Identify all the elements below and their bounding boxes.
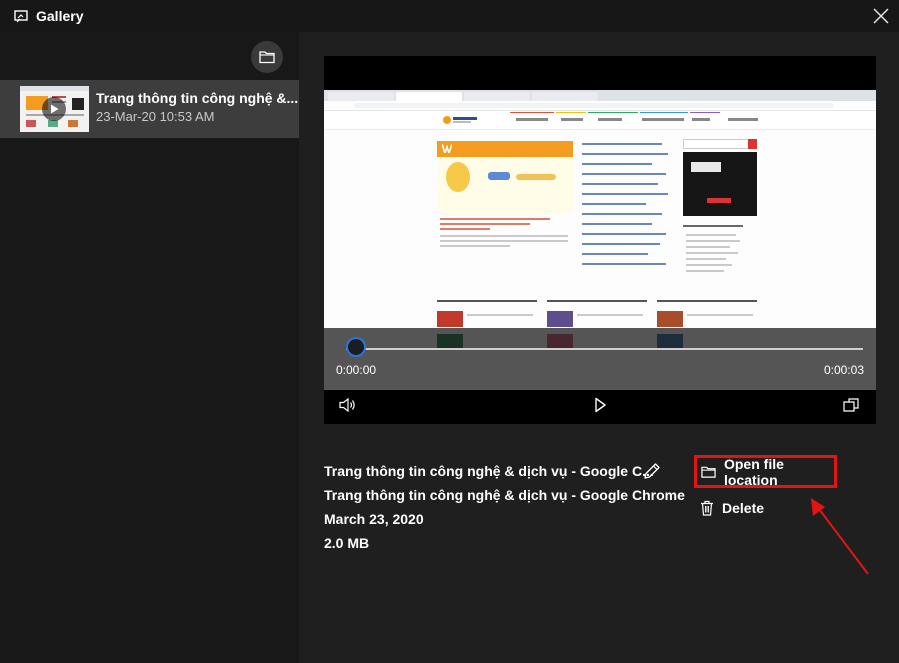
play-icon: [595, 397, 606, 413]
capture-details: Trang thông tin công nghệ & dịch vụ - Go…: [324, 463, 685, 559]
capture-title-truncated: Trang thông tin công nghệ & dịch vụ - Go…: [324, 463, 654, 479]
volume-icon: [339, 397, 355, 413]
open-file-location-button[interactable]: Open file location: [694, 455, 837, 488]
trash-icon: [701, 500, 713, 516]
capture-sidebar: Trang thông tin công nghệ &... 23-Mar-20…: [0, 32, 299, 663]
seek-bar[interactable]: [346, 348, 863, 350]
delete-button[interactable]: Delete: [700, 497, 764, 519]
picture-in-picture-button[interactable]: [841, 395, 861, 415]
capture-title: Trang thông tin công nghệ &...: [96, 90, 299, 106]
play-button[interactable]: [590, 395, 610, 415]
capture-title-full: Trang thông tin công nghệ & dịch vụ - Go…: [324, 487, 685, 503]
picture-in-picture-icon: [843, 398, 859, 412]
folder-icon: [701, 466, 716, 478]
close-icon[interactable]: [871, 6, 891, 26]
gallery-icon: [14, 10, 28, 23]
site-logo-icon: [443, 116, 477, 124]
open-file-location-label: Open file location: [723, 455, 784, 488]
capture-thumbnail: [20, 86, 89, 132]
volume-button[interactable]: [338, 395, 358, 415]
delete-label: Delete: [722, 500, 765, 516]
capture-list-item[interactable]: Trang thông tin công nghệ &... 23-Mar-20…: [0, 80, 299, 138]
current-time: 0:00:00: [336, 363, 377, 377]
browser-address-bar: [324, 101, 876, 111]
title-bar: Gallery: [0, 0, 899, 32]
window-title: Gallery: [36, 8, 84, 24]
pencil-icon[interactable]: [642, 461, 662, 481]
playback-controls: 0:00:00 0:00:03: [324, 328, 876, 424]
open-captures-folder-button[interactable]: [251, 41, 283, 73]
brand-mark-icon: [442, 144, 452, 153]
folder-icon: [259, 51, 275, 64]
capture-datetime: 23-Mar-20 10:53 AM: [96, 109, 215, 124]
total-duration: 0:00:03: [823, 363, 864, 377]
capture-file-size: 2.0 MB: [324, 535, 370, 551]
site-navbar: [324, 111, 876, 130]
capture-date: March 23, 2020: [324, 511, 424, 527]
play-icon: [42, 97, 66, 121]
video-player[interactable]: 0:00:00 0:00:03: [324, 56, 876, 424]
seek-handle[interactable]: [346, 337, 366, 357]
browser-tab-strip: [324, 90, 876, 101]
